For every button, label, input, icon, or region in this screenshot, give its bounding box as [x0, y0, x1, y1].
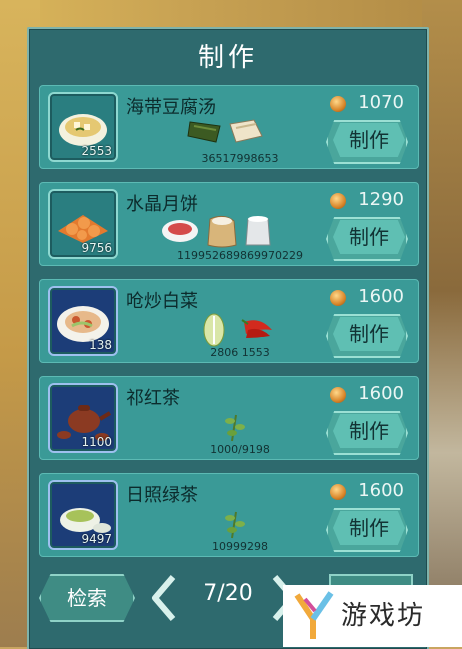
tea-leaf-icon	[225, 414, 245, 442]
make-button[interactable]: 制作	[333, 511, 405, 545]
stock-count: 9497	[81, 532, 112, 546]
panel-title: 制作	[197, 43, 258, 73]
page-indicator: 7/20	[203, 581, 253, 606]
chili-icon	[241, 319, 272, 338]
recipe-card[interactable]: 1100 祁红茶 1600 1000/9198 制作	[39, 376, 419, 460]
recipe-price: 1600	[358, 286, 404, 307]
prev-page-arrow-icon[interactable]	[149, 573, 179, 623]
recipe-card[interactable]: 138 呛炒白菜 1600 2806 1553 制作	[39, 279, 419, 363]
recipe-price: 1070	[358, 92, 404, 113]
stock-count: 138	[89, 338, 112, 352]
ingredient-counts: 2806 1553	[210, 346, 270, 359]
ingredient-counts: 1000/9198	[210, 443, 270, 456]
coin-icon	[330, 387, 346, 403]
tea-leaf-icon	[225, 511, 245, 539]
coin-icon	[330, 290, 346, 306]
coin-icon	[330, 96, 346, 112]
stock-count: 2553	[81, 144, 112, 158]
ingredient-counts: 36517998653	[201, 152, 279, 165]
recipe-price: 1600	[358, 383, 404, 404]
stock-count: 9756	[81, 241, 112, 255]
ingredient-counts: 119952689869970229	[177, 249, 303, 262]
recipe-card[interactable]: 9497 日照绿茶 1600 10999298 制作	[39, 473, 419, 557]
logo-y-icon	[294, 591, 334, 639]
cabbage-icon	[203, 313, 225, 347]
make-button[interactable]: 制作	[333, 317, 405, 351]
crafting-panel: 制作 2553 海带豆腐汤 1070 36517998653 制作 9756 水…	[27, 27, 429, 649]
recipe-card[interactable]: 2553 海带豆腐汤 1070 36517998653 制作	[39, 85, 419, 169]
recipe-price: 1290	[358, 189, 404, 210]
flour-sack-icon	[207, 215, 237, 248]
recipe-thumbnail: 1100	[48, 383, 118, 453]
recipe-price: 1600	[358, 480, 404, 501]
tofu-icon	[229, 119, 263, 143]
kelp-icon	[187, 121, 221, 143]
recipe-card[interactable]: 9756 水晶月饼 1290 119952689869970229 制作	[39, 182, 419, 266]
recipe-thumbnail: 138	[48, 286, 118, 356]
recipe-thumbnail: 9756	[48, 189, 118, 259]
logo-text: 游戏坊	[341, 601, 426, 631]
meat-icon	[162, 220, 198, 242]
sugar-bag-icon	[245, 216, 271, 246]
watermark-logo: 游戏坊	[283, 585, 462, 647]
make-button[interactable]: 制作	[333, 414, 405, 448]
ingredient-counts: 10999298	[212, 540, 268, 553]
stock-count: 1100	[81, 435, 112, 449]
search-button[interactable]: 检索	[39, 574, 135, 622]
recipe-thumbnail: 9497	[48, 480, 118, 550]
recipe-thumbnail: 2553	[48, 92, 118, 162]
make-button[interactable]: 制作	[333, 220, 405, 254]
coin-icon	[330, 484, 346, 500]
coin-icon	[330, 193, 346, 209]
make-button[interactable]: 制作	[333, 123, 405, 157]
